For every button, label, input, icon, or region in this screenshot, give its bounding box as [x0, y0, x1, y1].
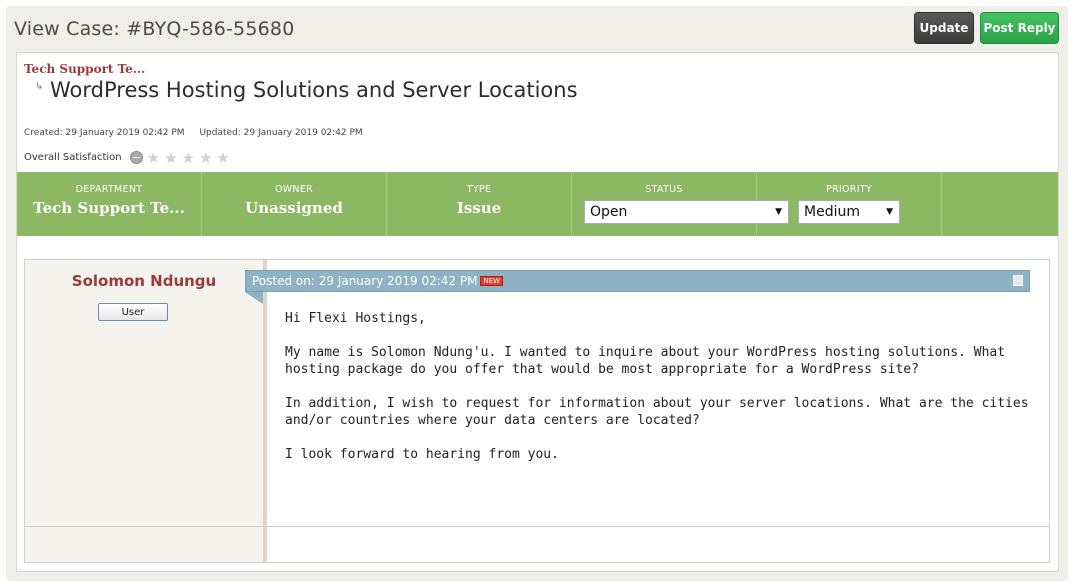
owner-heading: OWNER: [274, 184, 314, 195]
star-icon[interactable]: ★: [216, 150, 229, 165]
status-selected-value: Open: [590, 204, 628, 220]
created-date: Created: 29 January 2019 02:42 PM: [24, 128, 185, 138]
priority-heading: PRIORITY: [825, 184, 873, 195]
post-paragraph: Hi Flexi Hostings,: [285, 311, 426, 326]
post-body: Hi Flexi Hostings, My name is Solomon Nd…: [285, 310, 1035, 480]
department-heading: DEPARTMENT: [75, 184, 143, 195]
satisfaction-label: Overall Satisfaction: [24, 152, 122, 163]
ticket-panel: Tech Support Te... ↳ WordPress Hosting S…: [16, 52, 1059, 572]
clear-rating-icon[interactable]: [129, 151, 143, 164]
type-column: TYPE Issue: [387, 172, 572, 236]
type-heading: TYPE: [466, 184, 492, 195]
owner-column: OWNER Unassigned: [202, 172, 387, 236]
star-icon[interactable]: ★: [199, 150, 212, 165]
dropdown-arrow-icon: ▼: [886, 207, 893, 217]
star-icon[interactable]: ★: [182, 150, 195, 165]
ticket-post: Solomon Ndungu User Posted on: 29 Januar…: [24, 259, 1050, 563]
posted-on-bar: Posted on: 29 January 2019 02:42 PM NEW: [245, 270, 1030, 292]
post-reply-button[interactable]: Post Reply: [980, 12, 1059, 44]
user-role-badge[interactable]: User: [98, 303, 168, 321]
ticket-subject: WordPress Hosting Solutions and Server L…: [50, 78, 578, 102]
page-title: View Case: #BYQ-586-55680: [14, 18, 295, 40]
post-paragraph: My name is Solomon Ndung'u. I wanted to …: [285, 345, 1006, 377]
divider: [267, 526, 1049, 527]
post-author-name: Solomon Ndungu: [71, 272, 217, 290]
ticket-properties-bar: DEPARTMENT Tech Support Te... OWNER Unas…: [17, 172, 1058, 236]
status-heading: STATUS: [645, 184, 683, 195]
post-paragraph: In addition, I wish to request for infor…: [285, 396, 1029, 428]
updated-date: Updated: 29 January 2019 02:42 PM: [199, 128, 363, 138]
department-link[interactable]: Tech Support Te...: [24, 62, 145, 76]
subject-arrow-icon: ↳: [35, 81, 44, 92]
department-column: DEPARTMENT Tech Support Te...: [17, 172, 202, 236]
post-author-panel: Solomon Ndungu User: [25, 260, 267, 562]
update-button[interactable]: Update: [914, 12, 974, 44]
new-badge: NEW: [480, 276, 504, 286]
priority-selected-value: Medium: [804, 204, 860, 220]
view-case-container: View Case: #BYQ-586-55680 Update Post Re…: [6, 6, 1068, 581]
priority-select[interactable]: Medium ▼: [798, 200, 900, 224]
speech-notch: [245, 292, 263, 304]
overall-satisfaction: Overall Satisfaction ★ ★ ★ ★ ★: [24, 150, 230, 165]
divider: [25, 526, 263, 527]
posted-on-text: Posted on: 29 January 2019 02:42 PM: [252, 274, 478, 288]
owner-value: Unassigned: [245, 199, 343, 217]
department-value: Tech Support Te...: [33, 199, 185, 217]
ticket-dates: Created: 29 January 2019 02:42 PM Update…: [24, 128, 375, 138]
star-icon[interactable]: ★: [164, 150, 177, 165]
type-value: Issue: [456, 199, 502, 217]
document-icon[interactable]: [1013, 275, 1023, 286]
star-icon[interactable]: ★: [147, 150, 160, 165]
post-paragraph: I look forward to hearing from you.: [285, 447, 559, 462]
